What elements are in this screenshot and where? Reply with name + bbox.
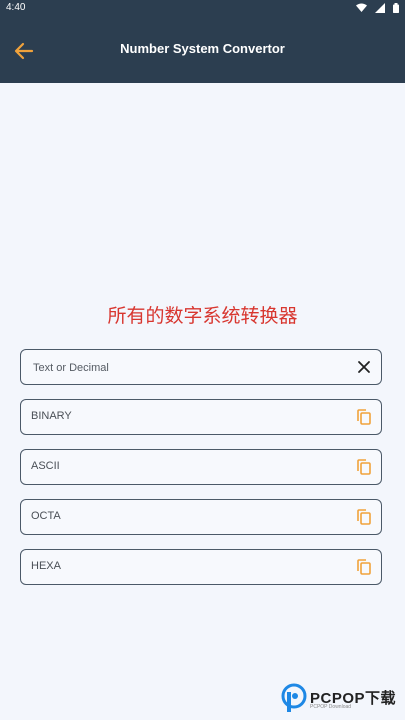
ascii-label: ASCII [31, 460, 60, 472]
copy-icon [357, 459, 371, 475]
app-bar: Number System Convertor [0, 18, 405, 83]
pcpop-logo-icon [281, 683, 307, 712]
copy-octa-button[interactable] [355, 508, 373, 526]
copy-icon [357, 509, 371, 525]
hexa-field: HEXA [20, 549, 382, 585]
page-title: Number System Convertor [120, 41, 285, 56]
status-time: 4:40 [6, 2, 26, 13]
watermark-subtext: PCPOP Download [310, 704, 352, 710]
binary-label: BINARY [31, 410, 72, 422]
input-field [20, 349, 382, 385]
copy-hexa-button[interactable] [355, 558, 373, 576]
text-decimal-input[interactable] [31, 350, 345, 385]
battery-icon [393, 3, 399, 13]
copy-icon [357, 409, 371, 425]
copy-icon [357, 559, 371, 575]
copy-ascii-button[interactable] [355, 458, 373, 476]
octa-label: OCTA [31, 510, 61, 522]
copy-binary-button[interactable] [355, 408, 373, 426]
watermark: PCPOP下载 PCPOP Download [280, 683, 405, 715]
wifi-icon [355, 3, 367, 12]
status-icons [353, 3, 399, 15]
binary-field: BINARY [20, 399, 382, 435]
hexa-label: HEXA [31, 560, 61, 572]
cellular-signal-icon [374, 3, 385, 13]
clear-button[interactable] [355, 358, 373, 376]
status-bar: 4:40 [0, 0, 405, 18]
ascii-field: ASCII [20, 449, 382, 485]
close-icon [358, 361, 370, 373]
octa-field: OCTA [20, 499, 382, 535]
converter-heading: 所有的数字系统转换器 [107, 305, 298, 327]
